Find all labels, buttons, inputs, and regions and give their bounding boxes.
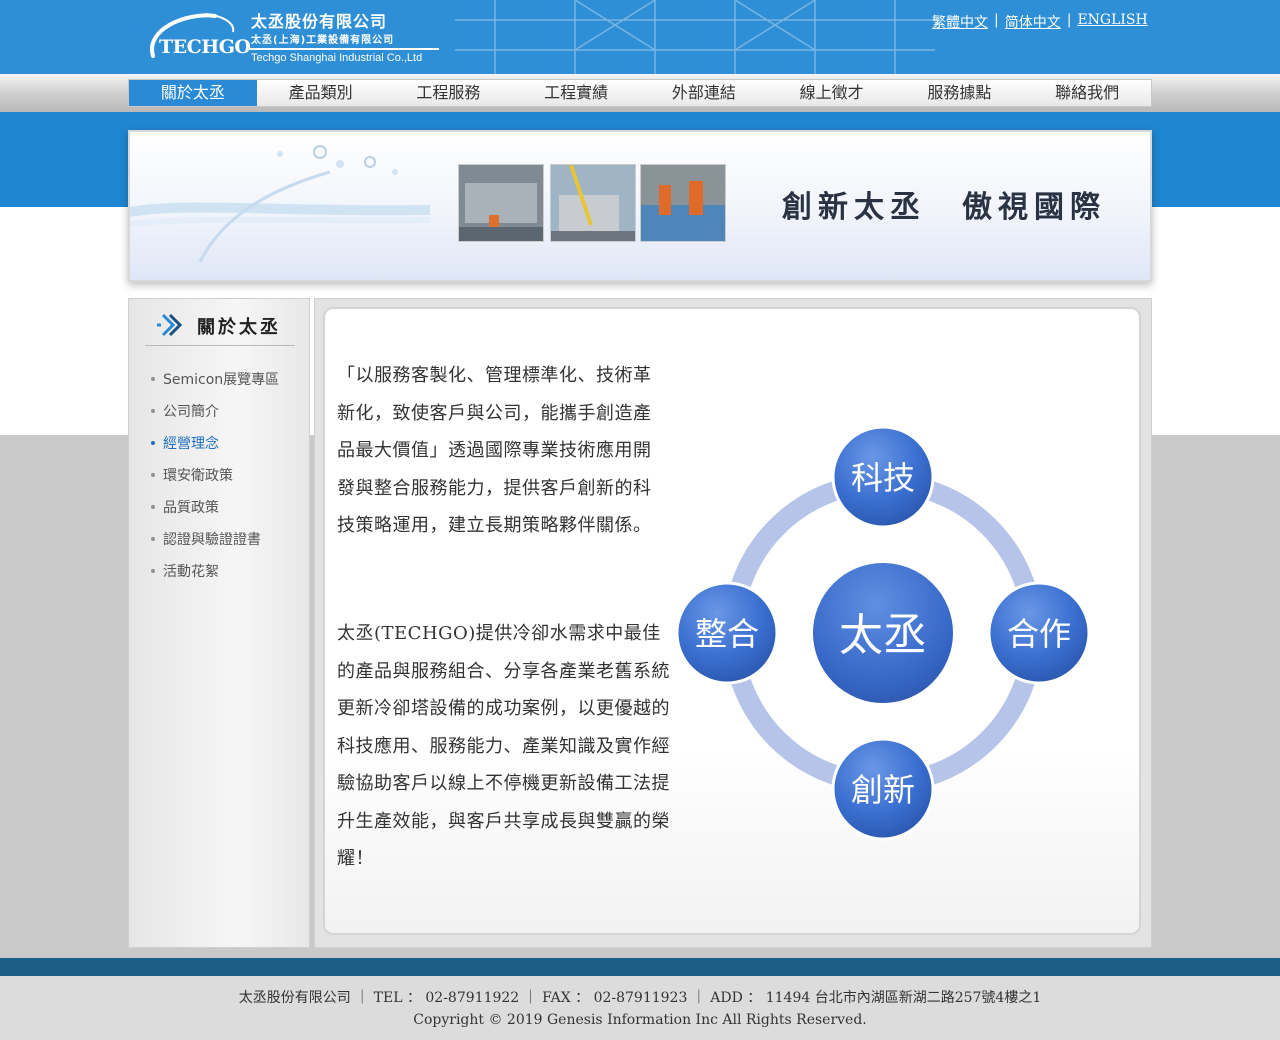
banner-slogan: 創新太丞 傲視國際 xyxy=(782,190,1106,225)
nav-item-service-locations[interactable]: 服務據點 xyxy=(896,80,1024,106)
company-name-zh-sub: 太丞(上海)工業設備有限公司 xyxy=(251,35,395,46)
company-name-en: Techgo Shanghai Industrial Co.,Ltd xyxy=(251,52,423,64)
footer: 太丞股份有限公司 ｜ TEL ： 02-87911922 ｜ FAX ： 02-… xyxy=(0,976,1280,1040)
header: TECHGO 太丞股份有限公司 太丞(上海)工業設備有限公司 Techgo Sh… xyxy=(0,0,1280,74)
bullet-icon xyxy=(151,569,155,573)
diagram-node-left: 整合 xyxy=(675,581,779,685)
philosophy-paragraph-1: 「以服務客製化、管理標準化、技術革新化，致使客戶與公司，能攜手創造產品最大價值」… xyxy=(337,365,652,536)
svg-text:科技: 科技 xyxy=(851,459,915,497)
lang-traditional-chinese[interactable]: 繁體中文 xyxy=(932,12,988,32)
bullet-icon xyxy=(151,377,155,381)
lang-simplified-chinese[interactable]: 简体中文 xyxy=(1005,12,1061,32)
nav-item-careers[interactable]: 線上徵才 xyxy=(768,80,896,106)
bullet-icon xyxy=(151,505,155,509)
bullet-icon xyxy=(151,441,155,445)
lang-separator: | xyxy=(994,12,999,28)
footer-copyright: Copyright © 2019 Genesis Information Inc… xyxy=(413,1012,867,1028)
diagram-node-center: 太丞 xyxy=(809,559,957,707)
nav-item-about[interactable]: 關於太丞 xyxy=(129,80,257,106)
language-switcher: 繁體中文 | 简体中文 | ENGLISH xyxy=(932,12,1148,32)
sidebar-item-label: 認證與驗證證書 xyxy=(163,532,261,548)
sidebar-item-ehs-policy[interactable]: 環安衛政策 xyxy=(151,459,279,491)
sidebar-item-certificates[interactable]: 認證與驗證證書 xyxy=(151,523,279,555)
svg-text:創新: 創新 xyxy=(851,771,915,809)
main-content-panel: 「以服務客製化、管理標準化、技術革新化，致使客戶與公司，能攜手創造產品最大價值」… xyxy=(314,298,1152,948)
sidebar-item-label: 活動花絮 xyxy=(163,564,219,580)
bullet-icon xyxy=(151,473,155,477)
company-logo[interactable]: TECHGO 太丞股份有限公司 太丞(上海)工業設備有限公司 Techgo Sh… xyxy=(145,8,445,70)
sidebar-item-label: 經營理念 xyxy=(163,436,219,452)
logo-wordmark: TECHGO xyxy=(159,36,251,58)
diagram-node-top: 科技 xyxy=(831,425,935,529)
sidebar-title: 關於太丞 xyxy=(197,317,281,338)
company-name-zh: 太丞股份有限公司 xyxy=(251,12,388,31)
diagram-node-bottom: 創新 xyxy=(831,737,935,841)
sidebar-item-quality-policy[interactable]: 品質政策 xyxy=(151,491,279,523)
philosophy-diagram: 太丞 科技 合作 創新 整合 xyxy=(675,425,1091,841)
lang-separator: | xyxy=(1066,12,1072,28)
svg-text:整合: 整合 xyxy=(695,615,759,653)
diagram-node-right: 合作 xyxy=(987,581,1091,685)
sidebar-item-activities[interactable]: 活動花絮 xyxy=(151,555,279,587)
sidebar-item-label: 品質政策 xyxy=(163,500,219,516)
nav-item-external-links[interactable]: 外部連結 xyxy=(640,80,768,106)
sidebar-menu: Semicon展覽專區 公司簡介 經營理念 環安衛政策 品質政策 認證與驗證證書… xyxy=(151,363,279,587)
sidebar-item-company-profile[interactable]: 公司簡介 xyxy=(151,395,279,427)
sidebar-header: 關於太丞 xyxy=(145,311,295,346)
svg-text:合作: 合作 xyxy=(1007,615,1071,653)
banner-photo-2 xyxy=(550,164,636,242)
scaffold-decoration xyxy=(455,0,935,74)
sidebar-item-label: 公司簡介 xyxy=(163,404,219,420)
sidebar-item-semicon[interactable]: Semicon展覽專區 xyxy=(151,363,279,395)
banner-photo-1 xyxy=(458,164,544,242)
main-navigation: 關於太丞 產品類別 工程服務 工程實績 外部連結 線上徵才 服務據點 聯絡我們 xyxy=(128,79,1152,107)
water-splash-image xyxy=(130,145,430,263)
double-chevron-icon xyxy=(157,313,183,337)
bullet-icon xyxy=(151,409,155,413)
nav-item-engineering-services[interactable]: 工程服務 xyxy=(385,80,513,106)
footer-band xyxy=(0,958,1280,976)
svg-text:太丞: 太丞 xyxy=(839,610,927,661)
lang-english[interactable]: ENGLISH xyxy=(1077,12,1147,32)
sidebar: 關於太丞 Semicon展覽專區 公司簡介 經營理念 環安衛政策 品質政策 認證… xyxy=(128,298,310,948)
nav-item-projects[interactable]: 工程實績 xyxy=(512,80,640,106)
sidebar-item-label: Semicon展覽專區 xyxy=(163,372,280,388)
philosophy-paragraph-2: 太丞(TECHGO)提供冷卻水需求中最佳的產品與服務組合、分享各產業老舊系統更新… xyxy=(337,623,670,869)
bullet-icon xyxy=(151,537,155,541)
sidebar-item-philosophy[interactable]: 經營理念 xyxy=(151,427,279,459)
nav-item-contact[interactable]: 聯絡我們 xyxy=(1023,80,1151,106)
nav-item-products[interactable]: 產品類別 xyxy=(257,80,385,106)
footer-contact-info: 太丞股份有限公司 ｜ TEL ： 02-87911922 ｜ FAX ： 02-… xyxy=(238,990,1042,1006)
content-card: 「以服務客製化、管理標準化、技術革新化，致使客戶與公司，能攜手創造產品最大價值」… xyxy=(323,307,1141,935)
logo-divider xyxy=(249,48,439,50)
sidebar-item-label: 環安衛政策 xyxy=(163,468,233,484)
hero-banner: 創新太丞 傲視國際 xyxy=(128,130,1152,282)
banner-photo-3 xyxy=(640,164,726,242)
